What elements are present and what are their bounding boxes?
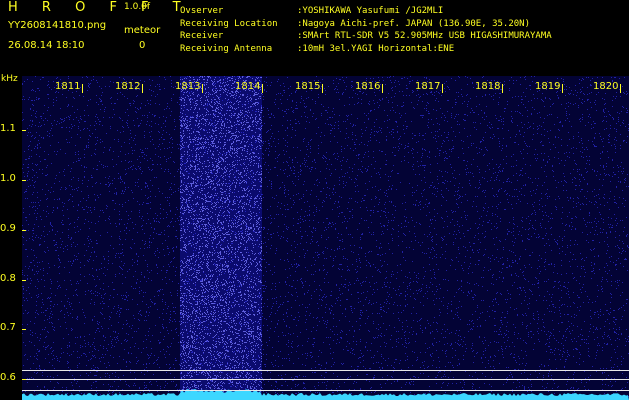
- station-info: Ovserver :YOSHIKAWA Yasufumi /JG2MLI Rec…: [180, 5, 552, 55]
- file-name: YY2608141810.png: [8, 20, 107, 31]
- x-tick-label: 1818: [475, 81, 501, 92]
- x-tick-mark: [382, 84, 383, 93]
- spectrogram-canvas: [22, 76, 629, 400]
- x-tick-mark: [620, 84, 621, 93]
- antenna-row: Receiving Antenna :10mH 3el.YAGI Horizon…: [180, 43, 552, 56]
- receiver-value: :SMArt RTL-SDR V5 52.905MHz USB HIGASHIM…: [297, 31, 552, 41]
- location-row: Receiving Location :Nagoya Aichi-pref. J…: [180, 18, 552, 31]
- y-axis-unit: kHz: [1, 74, 18, 84]
- timestamp: 26.08.14 18:10: [8, 40, 85, 51]
- baseline-marker-upper: [22, 370, 629, 371]
- receiver-row: Receiver :SMArt RTL-SDR V5 52.905MHz USB…: [180, 30, 552, 43]
- y-tick-mark: [22, 379, 26, 380]
- x-tick-mark: [142, 84, 143, 93]
- x-tick-label: 1817: [415, 81, 441, 92]
- y-tick-label: 0.8: [0, 273, 16, 284]
- x-tick-mark: [322, 84, 323, 93]
- y-tick-label: 0.9: [0, 223, 16, 234]
- x-tick-label: 1819: [535, 81, 561, 92]
- noise-speckles: [22, 76, 629, 400]
- observer-row: Ovserver :YOSHIKAWA Yasufumi /JG2MLI: [180, 5, 552, 18]
- hroft-window: H R O F F T 1.0.0f YY2608141810.png mete…: [0, 0, 629, 400]
- meteor-count: 0: [139, 40, 146, 51]
- x-tick-label: 1812: [115, 81, 141, 92]
- baseline-marker-middle: [22, 379, 629, 380]
- meteor-label: meteor: [124, 25, 161, 36]
- y-tick-mark: [22, 130, 26, 131]
- x-tick-mark: [82, 84, 83, 93]
- x-tick-mark: [202, 84, 203, 93]
- y-tick-label: 1.1: [0, 123, 16, 134]
- x-tick-mark: [502, 84, 503, 93]
- x-tick-label: 1820: [593, 81, 619, 92]
- x-tick-mark: [562, 84, 563, 93]
- y-tick-label: 1.0: [0, 173, 16, 184]
- baseline-marker-lower: [22, 390, 629, 391]
- y-tick-mark: [22, 180, 26, 181]
- receiver-label: Receiver: [180, 31, 224, 41]
- x-tick-mark: [442, 84, 443, 93]
- location-label: Receiving Location: [180, 18, 278, 29]
- location-value: :Nagoya Aichi-pref. JAPAN (136.90E, 35.2…: [297, 18, 530, 29]
- app-version: 1.0.0f: [124, 2, 151, 12]
- x-tick-label: 1815: [295, 81, 321, 92]
- antenna-label: Receiving Antenna: [180, 43, 273, 54]
- y-tick-mark: [22, 280, 26, 281]
- x-tick-label: 1814: [235, 81, 261, 92]
- antenna-value: :10mH 3el.YAGI Horizontal:ENE: [297, 43, 455, 54]
- app-title: H R O F F T: [8, 0, 191, 15]
- observer-label: Ovserver: [180, 6, 224, 16]
- y-tick-label: 0.6: [0, 372, 16, 383]
- x-tick-mark: [262, 84, 263, 93]
- x-tick-label: 1816: [355, 81, 381, 92]
- observer-value: :YOSHIKAWA Yasufumi /JG2MLI: [297, 6, 444, 16]
- spectrogram-waterfall: [22, 76, 629, 400]
- y-tick-mark: [22, 329, 26, 330]
- y-tick-mark: [22, 230, 26, 231]
- y-tick-label: 0.7: [0, 322, 16, 333]
- x-tick-label: 1811: [55, 81, 81, 92]
- x-tick-label: 1813: [175, 81, 201, 92]
